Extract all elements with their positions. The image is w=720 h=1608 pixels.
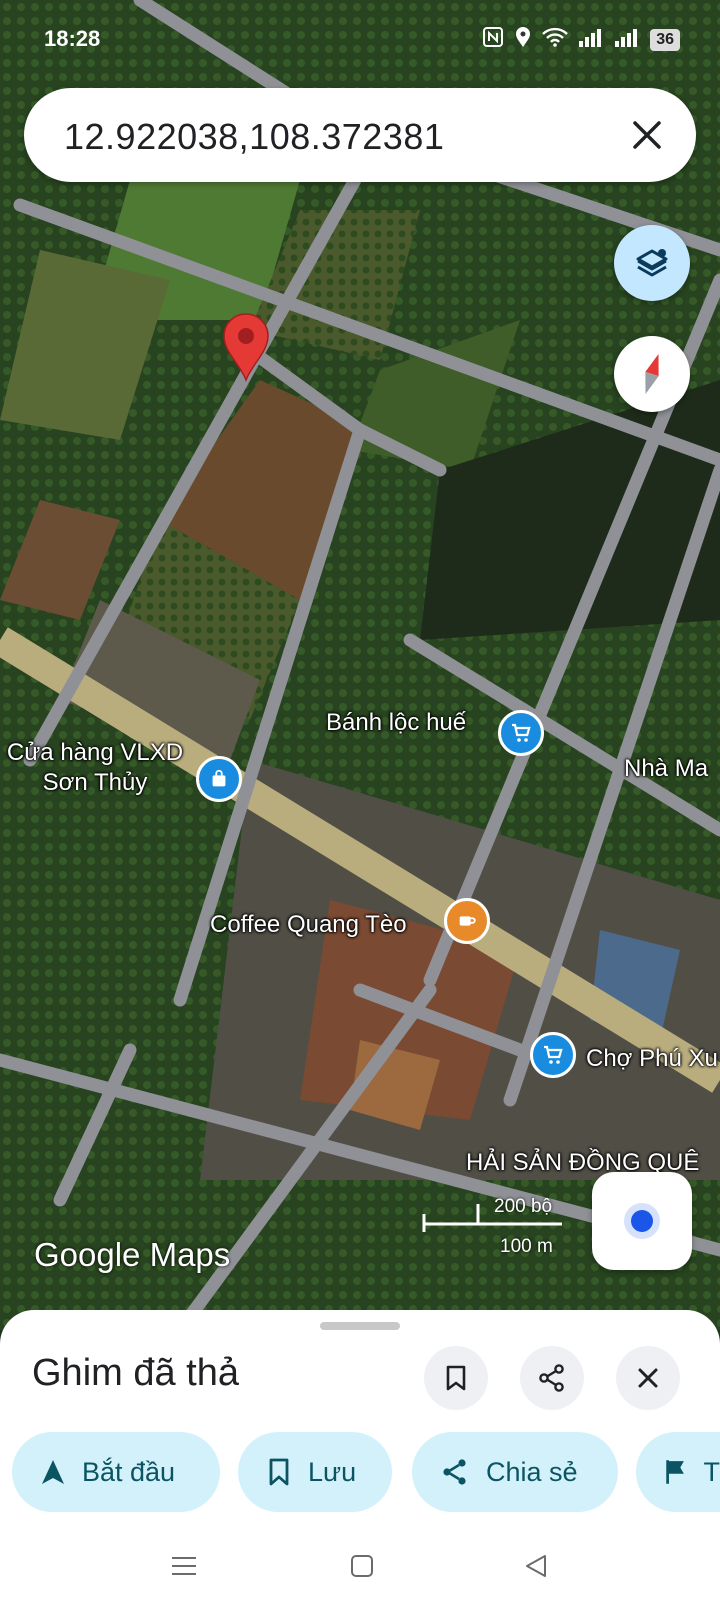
close-icon	[633, 121, 661, 149]
poi-marker-cho-phu-xu[interactable]	[530, 1032, 576, 1078]
battery-indicator: 36	[650, 28, 680, 51]
poi-label-cho-phu-xu[interactable]: Chợ Phú Xu	[586, 1044, 718, 1074]
sheet-title: Ghim đã thả	[32, 1352, 239, 1394]
close-sheet-button[interactable]	[616, 1346, 680, 1410]
dropped-pin-marker[interactable]	[220, 312, 272, 383]
save-chip[interactable]: Lưu	[238, 1432, 392, 1512]
wifi-icon	[542, 27, 569, 52]
navigation-arrow-icon	[42, 1460, 64, 1484]
share-icon	[443, 1459, 466, 1485]
layers-icon	[636, 249, 668, 277]
poi-label-nha-ma[interactable]: Nhà Ma	[624, 754, 708, 784]
location-dot-icon	[631, 1210, 653, 1232]
bookmark-icon	[269, 1458, 289, 1486]
poi-label-cua-hang-vlxd[interactable]: Cửa hàng VLXD Sơn Thủy	[0, 738, 190, 798]
satellite-imagery	[0, 0, 720, 1330]
status-time: 18:28	[44, 26, 101, 51]
poi-label-coffee-quang-teo[interactable]: Coffee Quang Tèo	[210, 910, 407, 940]
share-icon-button[interactable]	[520, 1346, 584, 1410]
scale-metric: 100 m	[500, 1236, 553, 1257]
action-chips: Bắt đầu Lưu Chia sẻ T	[0, 1432, 720, 1516]
signal-icon-2	[614, 27, 640, 52]
coffee-cup-icon	[459, 916, 476, 926]
scale-imperial: 200 bộ	[494, 1196, 553, 1217]
clear-search-button[interactable]	[626, 114, 668, 156]
nfc-icon	[482, 26, 504, 53]
share-icon	[539, 1364, 564, 1392]
home-button[interactable]	[342, 1546, 382, 1586]
back-triangle-icon	[526, 1555, 546, 1577]
map-view[interactable]: Bánh lộc huế Cửa hàng VLXD Sơn Thủy Nhà …	[0, 0, 720, 1330]
recent-apps-button[interactable]	[164, 1546, 204, 1586]
label-chip-label: T	[703, 1456, 720, 1487]
poi-marker-cua-hang-vlxd[interactable]	[196, 756, 242, 802]
share-chip[interactable]: Chia sẻ	[412, 1432, 618, 1512]
bookmark-icon	[446, 1365, 466, 1391]
start-chip[interactable]: Bắt đầu	[12, 1432, 220, 1512]
flag-icon	[666, 1460, 684, 1484]
shopping-cart-icon	[512, 723, 531, 742]
close-icon	[638, 1368, 658, 1388]
save-icon-button[interactable]	[424, 1346, 488, 1410]
back-button[interactable]	[516, 1546, 556, 1586]
drag-handle[interactable]	[320, 1322, 400, 1330]
home-square-icon	[351, 1555, 373, 1577]
layers-button[interactable]	[614, 225, 690, 301]
signal-icon	[578, 27, 604, 52]
shopping-bag-icon	[212, 769, 226, 787]
my-location-button[interactable]	[592, 1172, 692, 1270]
save-chip-label: Lưu	[308, 1456, 357, 1487]
shopping-cart-icon	[544, 1045, 563, 1064]
location-icon	[514, 26, 532, 53]
poi-label-banh-loc-hue[interactable]: Bánh lộc huế	[326, 708, 466, 738]
share-chip-label: Chia sẻ	[486, 1456, 578, 1487]
menu-icon	[172, 1557, 196, 1575]
poi-marker-coffee-quang-teo[interactable]	[444, 898, 490, 944]
search-input[interactable]: 12.922038,108.372381	[64, 116, 444, 158]
compass-icon	[645, 354, 659, 394]
poi-marker-banh-loc-hue[interactable]	[498, 710, 544, 756]
compass-button[interactable]	[614, 336, 690, 412]
system-navigation-bar	[0, 1530, 720, 1608]
google-maps-logo: Google Maps	[34, 1236, 231, 1273]
map-pin-icon	[223, 313, 269, 383]
start-chip-label: Bắt đầu	[82, 1456, 176, 1487]
status-bar: 18:28 36	[0, 0, 720, 80]
search-bar[interactable]: 12.922038,108.372381	[24, 88, 696, 182]
label-chip[interactable]: T	[636, 1432, 720, 1512]
